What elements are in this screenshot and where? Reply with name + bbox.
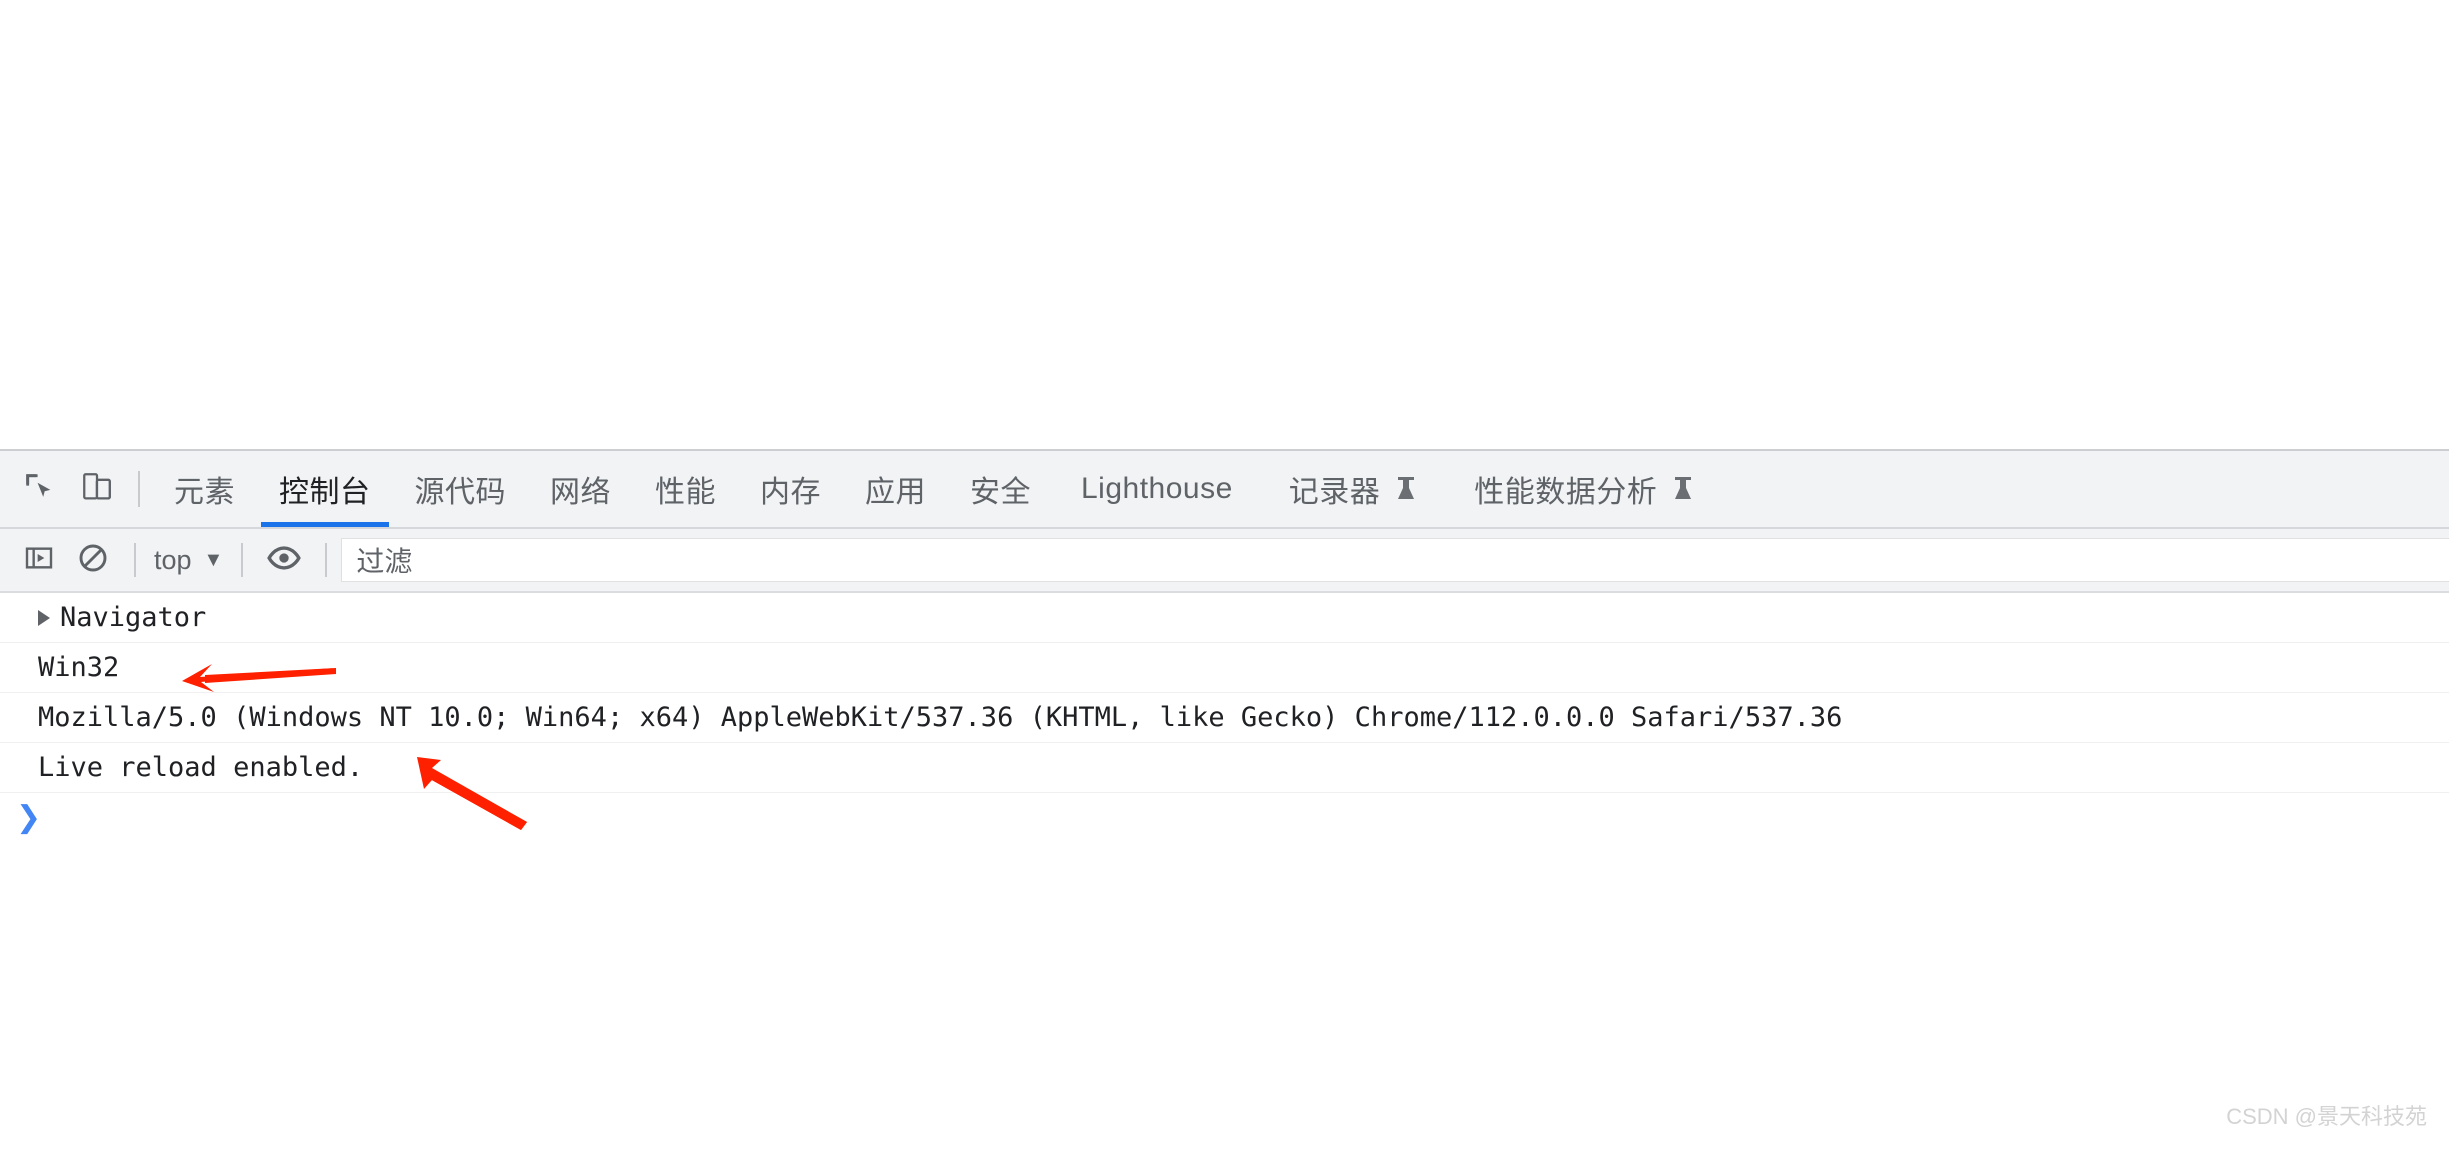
tab-memory-label: 内存 bbox=[760, 476, 821, 509]
console-message-text: Navigator bbox=[60, 602, 207, 633]
tab-console-label: 控制台 bbox=[279, 476, 371, 509]
device-toolbar-button[interactable] bbox=[68, 451, 126, 527]
console-toolbar-divider bbox=[325, 543, 328, 577]
console-message-live-reload[interactable]: Live reload enabled. bbox=[0, 743, 2449, 793]
tab-performance-insights-label: 性能数据分析 bbox=[1474, 476, 1658, 509]
console-prompt[interactable]: ❯ bbox=[0, 793, 2449, 843]
tab-performance[interactable]: 性能 bbox=[633, 451, 738, 527]
tab-memory[interactable]: 内存 bbox=[738, 451, 843, 527]
live-expression-button[interactable] bbox=[257, 533, 311, 587]
console-filter-input[interactable]: 过滤 bbox=[341, 538, 2449, 582]
inspect-element-icon bbox=[22, 470, 56, 509]
console-message-navigator[interactable]: Navigator bbox=[0, 593, 2449, 643]
tab-performance-insights[interactable]: 性能数据分析 bbox=[1446, 451, 1723, 527]
tab-network[interactable]: 网络 bbox=[528, 451, 633, 527]
tab-application-label: 应用 bbox=[865, 476, 926, 509]
tab-sources[interactable]: 源代码 bbox=[393, 451, 529, 527]
console-toolbar-divider bbox=[241, 543, 244, 577]
device-toolbar-icon bbox=[80, 470, 114, 509]
experiment-flask-icon bbox=[1671, 475, 1695, 503]
toolbar-divider bbox=[138, 471, 140, 507]
tab-application[interactable]: 应用 bbox=[843, 451, 948, 527]
console-filter-placeholder: 过滤 bbox=[356, 546, 413, 577]
tab-elements-label: 元素 bbox=[174, 476, 235, 509]
console-message-list[interactable]: Navigator Win32 Mozilla/5.0 (Windows NT … bbox=[0, 593, 2449, 1149]
csdn-watermark: CSDN @景天科技苑 bbox=[2226, 1104, 2427, 1129]
clear-console-icon bbox=[77, 542, 109, 579]
devtools-panel: 元素 控制台 源代码 网络 性能 内存 应用 安全 Lighthouse 记录器 bbox=[0, 449, 2449, 1149]
tab-console[interactable]: 控制台 bbox=[257, 451, 393, 527]
tab-elements[interactable]: 元素 bbox=[152, 451, 257, 527]
console-message-text: Win32 bbox=[38, 652, 120, 683]
tab-lighthouse-label: Lighthouse bbox=[1081, 472, 1233, 505]
console-message-platform[interactable]: Win32 bbox=[0, 643, 2449, 693]
page-viewport bbox=[0, 0, 2449, 449]
tab-recorder-label: 记录器 bbox=[1288, 476, 1381, 509]
expand-triangle-icon[interactable] bbox=[38, 609, 50, 626]
tab-performance-label: 性能 bbox=[655, 476, 716, 509]
prompt-caret-icon: ❯ bbox=[16, 800, 42, 835]
tab-lighthouse[interactable]: Lighthouse bbox=[1053, 451, 1261, 527]
tab-network-label: 网络 bbox=[550, 476, 611, 509]
console-sidebar-icon bbox=[23, 542, 55, 579]
console-toolbar-divider bbox=[134, 543, 136, 577]
clear-console-button[interactable] bbox=[66, 533, 120, 587]
tab-recorder[interactable]: 记录器 bbox=[1261, 451, 1447, 527]
tab-sources-label: 源代码 bbox=[414, 476, 506, 509]
console-sidebar-toggle-button[interactable] bbox=[12, 533, 66, 587]
console-toolbar: top ▼ 过滤 bbox=[0, 529, 2449, 593]
devtools-tab-bar: 元素 控制台 源代码 网络 性能 内存 应用 安全 Lighthouse 记录器 bbox=[0, 451, 2449, 529]
console-message-text: Mozilla/5.0 (Windows NT 10.0; Win64; x64… bbox=[38, 702, 1843, 733]
tab-security-label: 安全 bbox=[970, 476, 1031, 509]
eye-icon bbox=[267, 541, 302, 580]
inspect-element-button[interactable] bbox=[10, 451, 68, 527]
experiment-flask-icon bbox=[1394, 475, 1418, 503]
tab-security[interactable]: 安全 bbox=[948, 451, 1053, 527]
console-message-useragent[interactable]: Mozilla/5.0 (Windows NT 10.0; Win64; x64… bbox=[0, 693, 2449, 743]
execution-context-selector[interactable]: top ▼ bbox=[150, 545, 227, 576]
chevron-down-icon: ▼ bbox=[203, 549, 224, 571]
console-message-text: Live reload enabled. bbox=[38, 752, 364, 783]
execution-context-label: top bbox=[154, 544, 192, 575]
